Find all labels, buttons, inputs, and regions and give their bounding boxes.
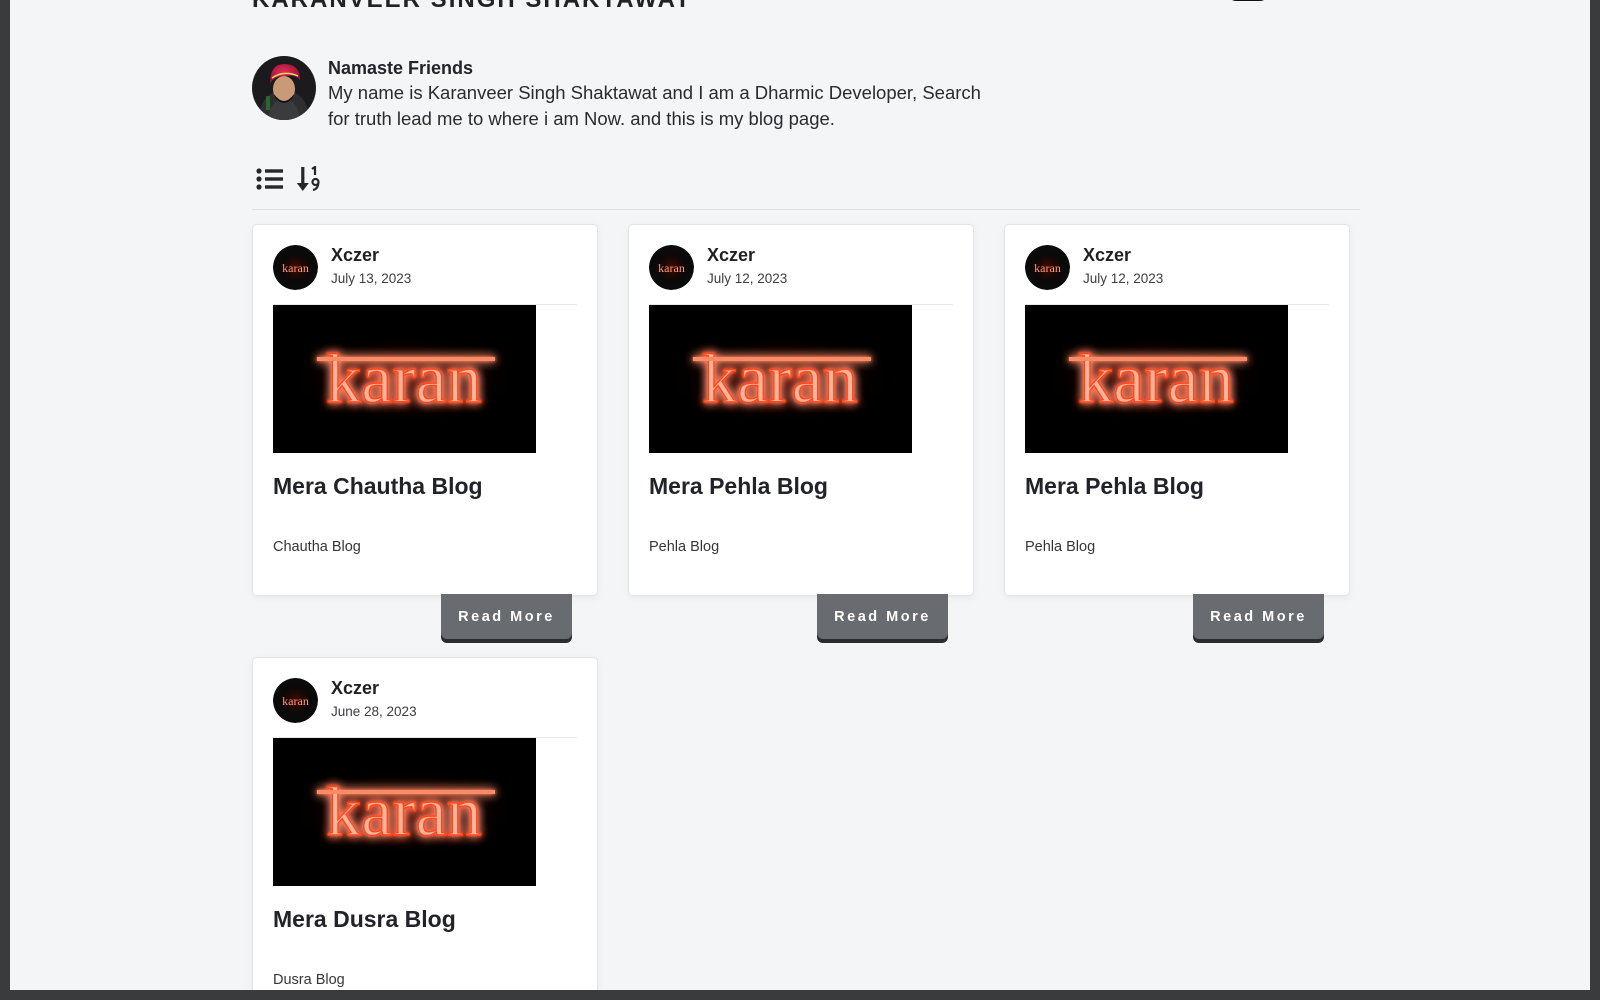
author-name: Xczer [331, 245, 380, 265]
divider [252, 209, 1360, 210]
svg-text:karan: karan [1078, 341, 1233, 418]
post-title[interactable]: Mera Chautha Blog [273, 473, 483, 500]
list-view-icon[interactable] [256, 166, 284, 199]
profile-avatar [252, 56, 316, 120]
post-card[interactable]: karan Xczer July 12, 2023 karan Mera Pehla B… [628, 224, 974, 596]
site-title: KARANVEER SINGH SHAKTAWAT [252, 0, 692, 14]
author-avatar: karan [649, 245, 694, 290]
post-image: karan [1025, 305, 1288, 453]
read-more-button[interactable]: Read More [1193, 594, 1324, 639]
post-date: July 12, 2023 [707, 271, 788, 286]
author-name: Xczer [331, 678, 380, 698]
svg-text:karan: karan [326, 341, 481, 418]
read-more-button[interactable]: Read More [817, 594, 948, 639]
browser-viewport: KARANVEER SINGH SHAKTAWAT Namaste Friend… [10, 0, 1590, 990]
post-image: karan [273, 305, 536, 453]
post-card[interactable]: karan Xczer June 28, 2023 karan Mera Dusra B… [252, 657, 598, 990]
post-excerpt: Pehla Blog [649, 539, 720, 555]
sort-numeric-icon[interactable] [296, 164, 324, 199]
svg-text:karan: karan [1034, 261, 1061, 275]
intro-text: My name is Karanveer Singh Shaktawat and… [328, 82, 981, 129]
read-more-button[interactable]: Read More [441, 594, 572, 639]
post-excerpt: Dusra Blog [273, 972, 345, 988]
post-excerpt: Pehla Blog [1025, 539, 1096, 555]
theme-toggle[interactable] [1228, 0, 1268, 1]
svg-text:karan: karan [326, 774, 481, 851]
post-title[interactable]: Mera Pehla Blog [649, 473, 828, 500]
post-date: July 13, 2023 [331, 271, 412, 286]
svg-text:karan: karan [282, 261, 309, 275]
svg-text:karan: karan [658, 261, 685, 275]
post-date: July 12, 2023 [1083, 271, 1164, 286]
post-date: June 28, 2023 [331, 704, 417, 719]
post-image: karan [649, 305, 912, 453]
post-image: karan [273, 738, 536, 886]
post-excerpt: Chautha Blog [273, 539, 361, 555]
post-card[interactable]: karan Xczer July 13, 2023 karan Mera Chautha… [252, 224, 598, 596]
author-avatar: karan [1025, 245, 1070, 290]
intro-heading: Namaste Friends [328, 58, 474, 78]
author-avatar: karan [273, 678, 318, 723]
author-name: Xczer [1083, 245, 1132, 265]
svg-text:karan: karan [282, 694, 309, 708]
post-title[interactable]: Mera Dusra Blog [273, 906, 456, 933]
post-title[interactable]: Mera Pehla Blog [1025, 473, 1204, 500]
author-name: Xczer [707, 245, 756, 265]
post-card[interactable]: karan Xczer July 12, 2023 karan Mera Pehla B… [1004, 224, 1350, 596]
author-avatar: karan [273, 245, 318, 290]
svg-text:karan: karan [702, 341, 857, 418]
